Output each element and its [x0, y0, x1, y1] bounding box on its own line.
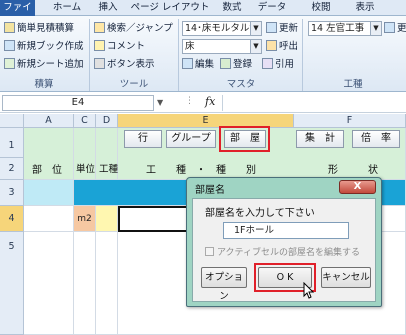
master-update-button[interactable]: 更新 [266, 21, 298, 36]
search-jump-button[interactable]: 検索／ジャンプ [94, 21, 173, 36]
edit-active-cell-checkbox: アクティブセルの部屋名を編集する [205, 245, 360, 258]
room-name-input[interactable]: 1Fホール [223, 222, 349, 239]
search-icon [94, 22, 105, 33]
comment-button[interactable]: コメント [94, 39, 145, 54]
refresh-icon [266, 22, 277, 33]
close-button[interactable]: X [339, 180, 376, 194]
dialog-titlebar[interactable]: 部屋名 X [187, 178, 381, 197]
header-label-unit: 単位 [76, 164, 96, 175]
select-all-corner[interactable] [0, 114, 24, 128]
header-label-part: 部 位 [32, 165, 62, 176]
row-header-4[interactable]: 4 [0, 206, 24, 232]
new-book-button[interactable]: 新規ブック作成 [4, 39, 84, 54]
room-button-highlight [219, 126, 270, 152]
total-button[interactable]: 集 計 [296, 130, 344, 148]
ribbon-separator [178, 19, 179, 91]
column-header-f[interactable]: F [294, 114, 406, 128]
multiplier-button[interactable]: 倍 率 [352, 130, 400, 148]
formula-input[interactable] [222, 95, 406, 111]
row-button[interactable]: 行 [124, 130, 162, 148]
simple-estimate-button[interactable]: 簡単見積積算 [4, 21, 74, 36]
tab-file[interactable]: ファイル [0, 0, 35, 29]
ribbon: 簡単見積積算 新規ブック作成 新規シート追加 積算 検索／ジャンプ コメント ボ… [0, 16, 406, 92]
tab-view[interactable]: 表示 [348, 0, 382, 16]
mouse-pointer-icon [303, 282, 315, 299]
master-item-dropdown[interactable]: 14･床モルタル金 ▼ [182, 21, 262, 36]
master-category-dropdown[interactable]: 床 ▼ [182, 39, 262, 54]
insert-function-icon[interactable]: fx [205, 95, 215, 108]
cell-c4[interactable]: m2 [74, 206, 96, 232]
recall-icon [266, 40, 277, 51]
formula-bar-grip-icon: ⋮ [185, 96, 194, 106]
ribbon-separator [89, 19, 90, 91]
process-update-button[interactable]: 更新 [384, 21, 406, 36]
option-button[interactable]: オプション [201, 267, 247, 302]
group-label-master: マスタ [226, 79, 256, 90]
tab-insert[interactable]: 挿入 [92, 0, 124, 16]
new-sheet-icon [4, 58, 15, 69]
group-label-estimate: 積算 [34, 79, 54, 90]
ribbon-tab-bar: ファイル ホーム 挿入 ページ レイアウト 数式 データ 校閲 表示 [0, 0, 406, 29]
chevron-down-icon: ▼ [370, 22, 381, 35]
edit-active-cell-label: アクティブセルの部屋名を編集する [217, 248, 361, 258]
button-display-icon [94, 58, 105, 69]
button-display-button[interactable]: ボタン表示 [94, 57, 155, 72]
master-edit-button[interactable]: 編集 [182, 57, 214, 72]
tab-data[interactable]: データ [254, 0, 290, 16]
tab-formulas[interactable]: 数式 [216, 0, 248, 16]
dialog-body: 部屋名を入力して下さい 1Fホール アクティブセルの部屋名を編集する オプション… [192, 198, 376, 302]
cell-c5[interactable] [74, 232, 96, 335]
row-header-3[interactable]: 3 [0, 180, 24, 206]
comment-icon [94, 40, 105, 51]
formula-bar: E4 ▼ ⋮ fx [0, 93, 406, 113]
chevron-down-icon: ▼ [250, 40, 261, 53]
name-box[interactable]: E4 [2, 95, 154, 111]
header-label-process-type: 工 種 ・ 種 別 [146, 165, 256, 176]
process-dropdown[interactable]: 14 左官工事 ▼ [308, 21, 382, 36]
ribbon-separator [302, 19, 303, 91]
group-label-process: 工種 [343, 79, 363, 90]
column-header-d[interactable]: D [96, 114, 118, 128]
tab-review[interactable]: 校閲 [305, 0, 337, 16]
register-icon [220, 58, 231, 69]
chevron-down-icon: ▼ [250, 22, 261, 35]
tab-home[interactable]: ホーム [50, 0, 84, 16]
row-header-2[interactable]: 2 [0, 158, 24, 180]
new-book-icon [4, 40, 15, 51]
group-button[interactable]: グループ [166, 130, 216, 148]
header-label-process: 工種 [99, 164, 119, 175]
quote-icon [262, 58, 273, 69]
column-header-a[interactable]: A [24, 114, 74, 128]
column-header-c[interactable]: C [74, 114, 96, 128]
cancel-button[interactable]: キャンセル [321, 267, 371, 288]
checkbox-icon [205, 247, 214, 256]
cell-a3[interactable] [24, 180, 74, 206]
group-label-tools: ツール [119, 79, 149, 90]
master-quote-button[interactable]: 引用 [262, 57, 294, 72]
estimate-icon [4, 22, 15, 33]
edit-icon [182, 58, 193, 69]
header-label-shape: 形 状 [328, 165, 378, 176]
refresh-icon [384, 22, 395, 33]
dialog-title: 部屋名 [195, 185, 225, 196]
cell-d4[interactable] [96, 206, 118, 232]
cell-a4[interactable] [24, 206, 74, 232]
dialog-prompt: 部屋名を入力して下さい [205, 208, 315, 219]
room-name-dialog: 部屋名 X 部屋名を入力して下さい 1Fホール アクティブセルの部屋名を編集する… [186, 177, 382, 307]
master-register-button[interactable]: 登録 [220, 57, 252, 72]
new-sheet-button[interactable]: 新規シート追加 [4, 57, 84, 72]
row-header-5[interactable]: 5 [0, 232, 24, 335]
name-box-chevron-icon[interactable]: ▼ [157, 98, 163, 107]
excel-window: { "ribbon_tabs": ["ファイル", "ホーム", "挿入", "… [0, 0, 406, 335]
tab-page-layout[interactable]: ページ レイアウト [130, 0, 210, 16]
row-header-1[interactable]: 1 [0, 128, 24, 158]
cell-d5[interactable] [96, 232, 118, 335]
cell-a5[interactable] [24, 232, 74, 335]
master-recall-button[interactable]: 呼出 [266, 39, 298, 54]
